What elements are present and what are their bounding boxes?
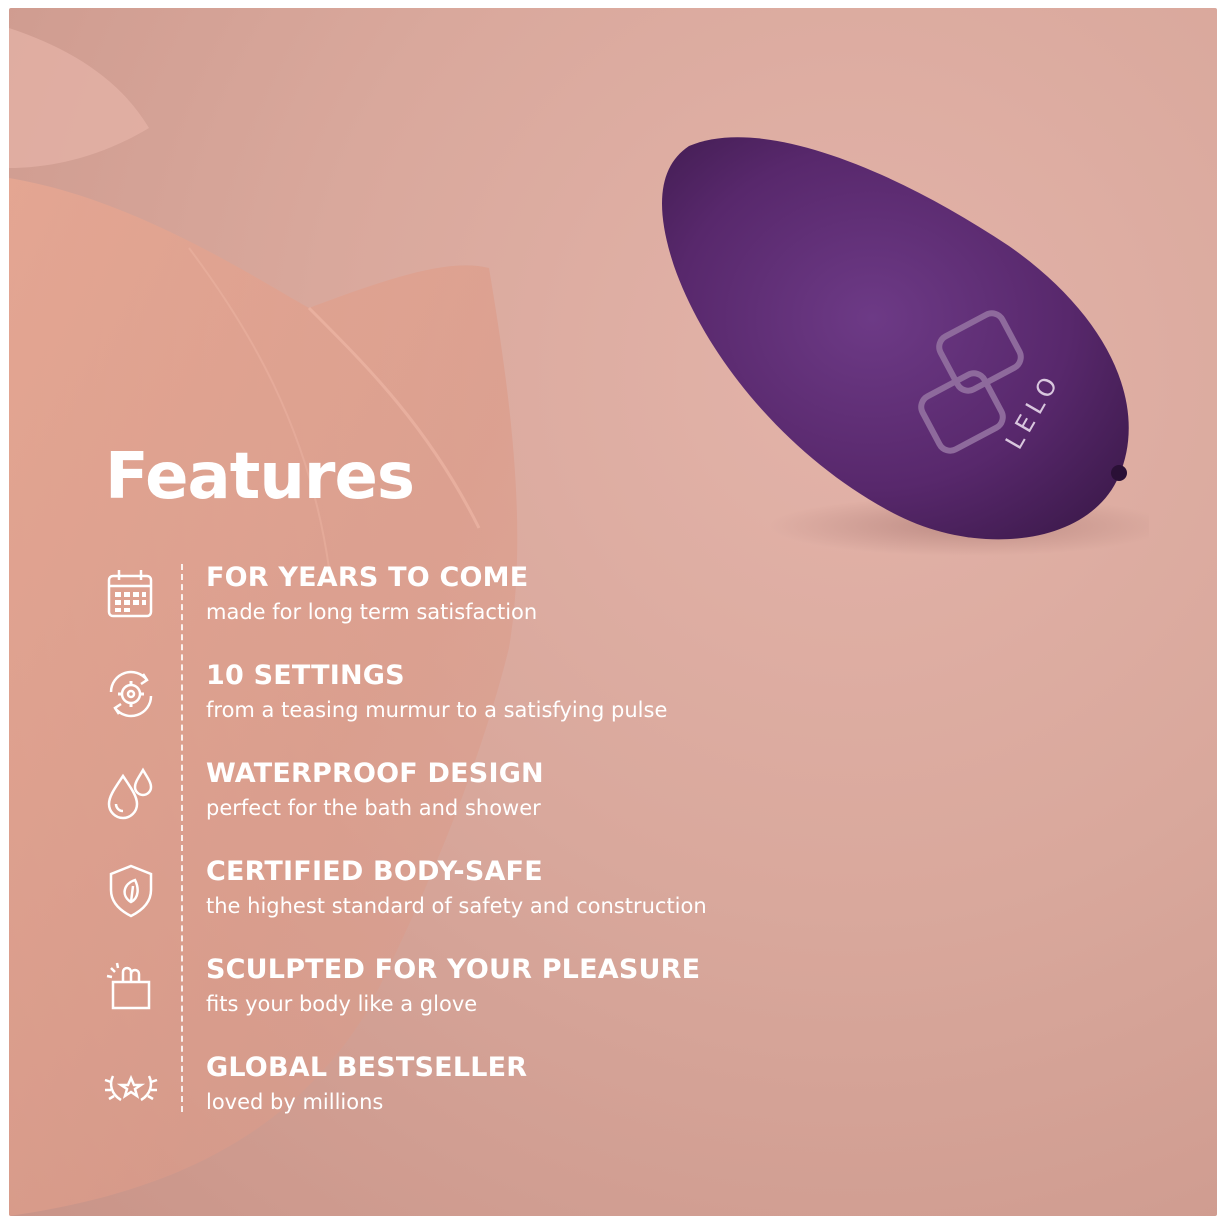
feature-item-waterproof: WATERPROOF DESIGN perfect for the bath a… [99,758,859,840]
feature-item-bestseller: GLOBAL BESTSELLER loved by millions [99,1052,859,1134]
settings-cycle-icon [99,662,163,726]
feature-heading: 10 SETTINGS [206,660,405,691]
water-drops-icon [99,760,163,824]
feature-heading: GLOBAL BESTSELLER [206,1052,528,1083]
laurel-star-icon [99,1054,163,1118]
feature-banner: LELO Features FOR YEARS TO COME made for… [9,8,1217,1216]
page-title: Features [105,440,415,514]
feature-item-body-safe: CERTIFIED BODY-SAFE the highest standard… [99,856,859,938]
product-image: LELO [662,137,1149,556]
feature-heading: FOR YEARS TO COME [206,562,529,593]
feature-description: made for long term satisfaction [206,600,538,624]
feature-description: from a teasing murmur to a satisfying pu… [206,698,668,722]
hand-sculpt-icon [99,956,163,1020]
feature-item-sculpted: SCULPTED FOR YOUR PLEASURE fits your bod… [99,954,859,1036]
calendar-icon [99,564,163,628]
feature-description: the highest standard of safety and const… [206,894,707,918]
feature-heading: SCULPTED FOR YOUR PLEASURE [206,954,701,985]
shield-leaf-icon [99,858,163,922]
feature-description: perfect for the bath and shower [206,796,541,820]
feature-item-settings: 10 SETTINGS from a teasing murmur to a s… [99,660,859,742]
feature-description: loved by millions [206,1090,384,1114]
feature-heading: CERTIFIED BODY-SAFE [206,856,543,887]
feature-description: fits your body like a glove [206,992,478,1016]
feature-heading: WATERPROOF DESIGN [206,758,544,789]
feature-item-years: FOR YEARS TO COME made for long term sat… [99,562,859,644]
